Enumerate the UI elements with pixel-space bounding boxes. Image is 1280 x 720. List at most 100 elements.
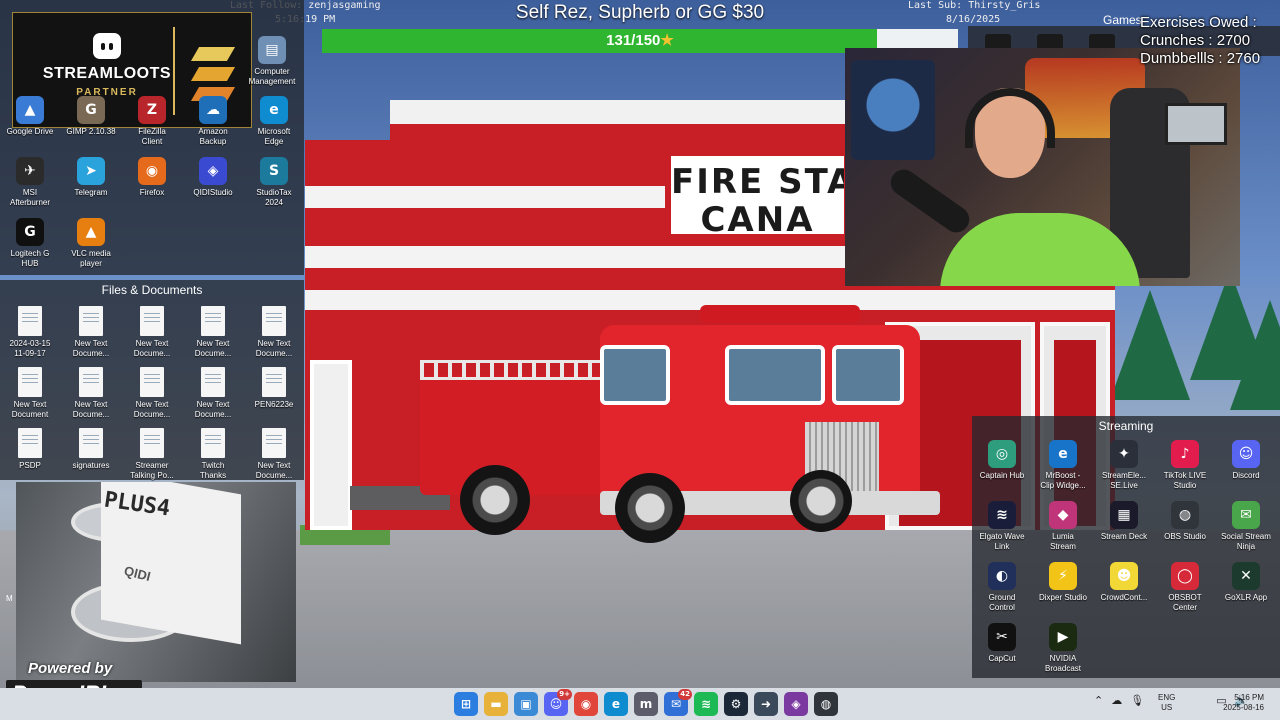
- captain-hub-icon: ◎: [988, 440, 1016, 468]
- desktop-icon-google-drive[interactable]: ▲ Google Drive: [0, 92, 60, 152]
- desktop-icon-social-stream-ninja[interactable]: ✉ Social Stream Ninja: [1216, 497, 1276, 557]
- desktop-file-item[interactable]: PSDP: [0, 424, 60, 484]
- lumia-stream-icon: ◆: [1049, 501, 1077, 529]
- discord-taskbar-icon[interactable]: ☺ 9+: [544, 689, 572, 716]
- taskbar-clock[interactable]: 5:16 PM 2025-08-16: [1222, 693, 1264, 713]
- notification-badge: 42: [678, 689, 692, 700]
- exercises-owed-overlay: Exercises Owed : Crunches : 2700 Dumbbel…: [1140, 14, 1280, 68]
- icon-label: StreamEle... SE.Live: [1101, 471, 1146, 490]
- desktop-file-item[interactable]: 2024-03-15 11-09-17: [0, 302, 60, 362]
- desktop-icon-lumia-stream[interactable]: ◆ Lumia Stream: [1033, 497, 1093, 557]
- icon-label: New Text Docume...: [133, 400, 171, 419]
- remote-desktop-icon[interactable]: ➜: [754, 692, 778, 716]
- desktop-icon-capcut[interactable]: ✂ CapCut: [972, 619, 1032, 679]
- document-icon: [18, 428, 42, 458]
- document-icon: [201, 306, 225, 336]
- game-overlay-icon[interactable]: ◈: [784, 692, 808, 716]
- icon-label: New Text Docume...: [133, 339, 171, 358]
- google-drive-icon: ▲: [16, 96, 44, 124]
- obs-taskbar-icon[interactable]: ◍: [814, 692, 838, 716]
- document-icon: [262, 428, 286, 458]
- edge-taskbar-icon[interactable]: e: [604, 692, 628, 716]
- powered-by-label: Powered by: [28, 660, 113, 677]
- background-monitor: [1165, 103, 1227, 145]
- desktop-icon-vlc[interactable]: ▲ VLC media player: [61, 214, 121, 274]
- desktop-file-item[interactable]: Streamer Talking Po...: [122, 424, 182, 484]
- desktop-file-item[interactable]: New Text Docume...: [183, 363, 243, 423]
- spotify-icon[interactable]: ≋: [694, 692, 718, 716]
- desktop-icon-telegram[interactable]: ➤ Telegram: [61, 153, 121, 213]
- desktop-file-item[interactable]: New Text Docume...: [244, 424, 304, 484]
- desktop-icon-dixper-studio[interactable]: ⚡ Dixper Studio: [1033, 558, 1093, 618]
- desktop-icon-nvidia-broadcast[interactable]: ▶ NVIDIA Broadcast: [1033, 619, 1093, 679]
- file-explorer-icon[interactable]: ▬: [484, 692, 508, 716]
- desktop-icon-mrboost[interactable]: e MrBoost - Clip Widge...: [1033, 436, 1093, 496]
- icon-label: GIMP 2.10.38: [66, 127, 116, 136]
- taskbar-glyph: ◉: [580, 697, 592, 711]
- truck-wheel: [615, 473, 685, 543]
- desktop-icon-gimp[interactable]: G GIMP 2.10.38: [61, 92, 121, 152]
- desktop-icon-streamelements[interactable]: ✦ StreamEle... SE.Live: [1094, 436, 1154, 496]
- desktop-icon-obsbot-center[interactable]: ◯ OBSBOT Center: [1155, 558, 1215, 618]
- desktop-icon-amazon-backup[interactable]: ☁ Amazon Backup: [183, 92, 243, 152]
- desktop-icon-crowd-control[interactable]: ☻ CrowdCont...: [1094, 558, 1154, 618]
- desktop-icon-logitech-ghub[interactable]: G Logitech G HUB: [0, 214, 60, 274]
- desktop-file-item[interactable]: New Text Docume...: [122, 363, 182, 423]
- printer-camera-feed: PLUS4 QIDI: [16, 482, 296, 682]
- steam-icon[interactable]: ⚙: [724, 692, 748, 716]
- desktop-icon-ground-control[interactable]: ◐ Ground Control: [972, 558, 1032, 618]
- desktop-icon-stream-deck[interactable]: ▦ Stream Deck: [1094, 497, 1154, 557]
- crowd-control-icon: ☻: [1110, 562, 1138, 590]
- document-icon: [201, 428, 225, 458]
- truck-window: [725, 345, 825, 405]
- desktop-icon-elgato-wave[interactable]: ≋ Elgato Wave Link: [972, 497, 1032, 557]
- desktop-file-item[interactable]: New Text Docume...: [122, 302, 182, 362]
- desktop-icon-qidistudio[interactable]: ◈ QIDIStudio: [183, 153, 243, 213]
- exercises-dumbbells: Dumbbellls : 2760: [1140, 50, 1261, 67]
- filezilla-icon: Z: [138, 96, 166, 124]
- icon-label: PEN6223e: [254, 400, 294, 409]
- chrome-icon[interactable]: ◉: [574, 692, 598, 716]
- desktop-icon-firefox[interactable]: ◉ Firefox: [122, 153, 182, 213]
- desktop-file-item[interactable]: New Text Docume...: [244, 302, 304, 362]
- desktop-file-item[interactable]: Twitch Thanks: [183, 424, 243, 484]
- desktop-icon-captain-hub[interactable]: ◎ Captain Hub: [972, 436, 1032, 496]
- desktop-file-item[interactable]: New Text Docume...: [61, 363, 121, 423]
- microphone-tray-icon[interactable]: 🎙: [1130, 694, 1144, 707]
- capcut-icon: ✂: [988, 623, 1016, 651]
- edge-icon: e: [260, 96, 288, 124]
- language-code: ENG: [1158, 693, 1176, 702]
- fire-truck: [420, 305, 940, 543]
- desktop-icon-obs-studio[interactable]: ◍ OBS Studio: [1155, 497, 1215, 557]
- goal-progress-text: 131/150: [606, 32, 661, 49]
- desktop-icon-tiktok-live[interactable]: ♪ TikTok LIVE Studio: [1155, 436, 1215, 496]
- windows-start-icon[interactable]: ⊞: [454, 692, 478, 716]
- ground-control-icon: ◐: [988, 562, 1016, 590]
- desktop-icon-discord[interactable]: ☺ Discord: [1216, 436, 1276, 496]
- desktop-file-item[interactable]: signatures: [61, 424, 121, 484]
- desktop-file-item[interactable]: New Text Document: [0, 363, 60, 423]
- desktop-icon-goxlr[interactable]: ✕ GoXLR App: [1216, 558, 1276, 618]
- icon-label: Twitch Thanks: [199, 461, 227, 480]
- truck-light-bar: [700, 305, 860, 323]
- language-indicator[interactable]: ENG US: [1158, 693, 1175, 713]
- icon-label: Logitech G HUB: [10, 249, 50, 268]
- desktop-icon-studiotax[interactable]: S StudioTax 2024: [244, 153, 304, 213]
- desktop-file-item[interactable]: New Text Docume...: [183, 302, 243, 362]
- document-icon: [79, 367, 103, 397]
- desktop-icon-msi-afterburner[interactable]: ✈ MSI Afterburner: [0, 153, 60, 213]
- sign-line-1: FIRE STA: [671, 162, 844, 202]
- mobiglas-icon[interactable]: m: [634, 692, 658, 716]
- desktop-file-item[interactable]: New Text Docume...: [61, 302, 121, 362]
- desktop-icon-computer-management[interactable]: ▤ Computer Management: [242, 32, 302, 92]
- chevron-up-icon[interactable]: ⌃: [1094, 694, 1103, 707]
- star-icon: ★: [660, 32, 674, 49]
- mail-icon[interactable]: ✉ 42: [664, 689, 692, 716]
- desktop-icon-filezilla[interactable]: Z FileZilla Client: [122, 92, 182, 152]
- onedrive-icon[interactable]: ☁: [1111, 694, 1122, 707]
- desktop-icon-edge[interactable]: e Microsoft Edge: [244, 92, 304, 152]
- document-icon: [79, 428, 103, 458]
- microsoft-store-icon[interactable]: ▣: [514, 692, 538, 716]
- desktop-file-item[interactable]: PEN6223e: [244, 363, 304, 423]
- gimp-icon: G: [77, 96, 105, 124]
